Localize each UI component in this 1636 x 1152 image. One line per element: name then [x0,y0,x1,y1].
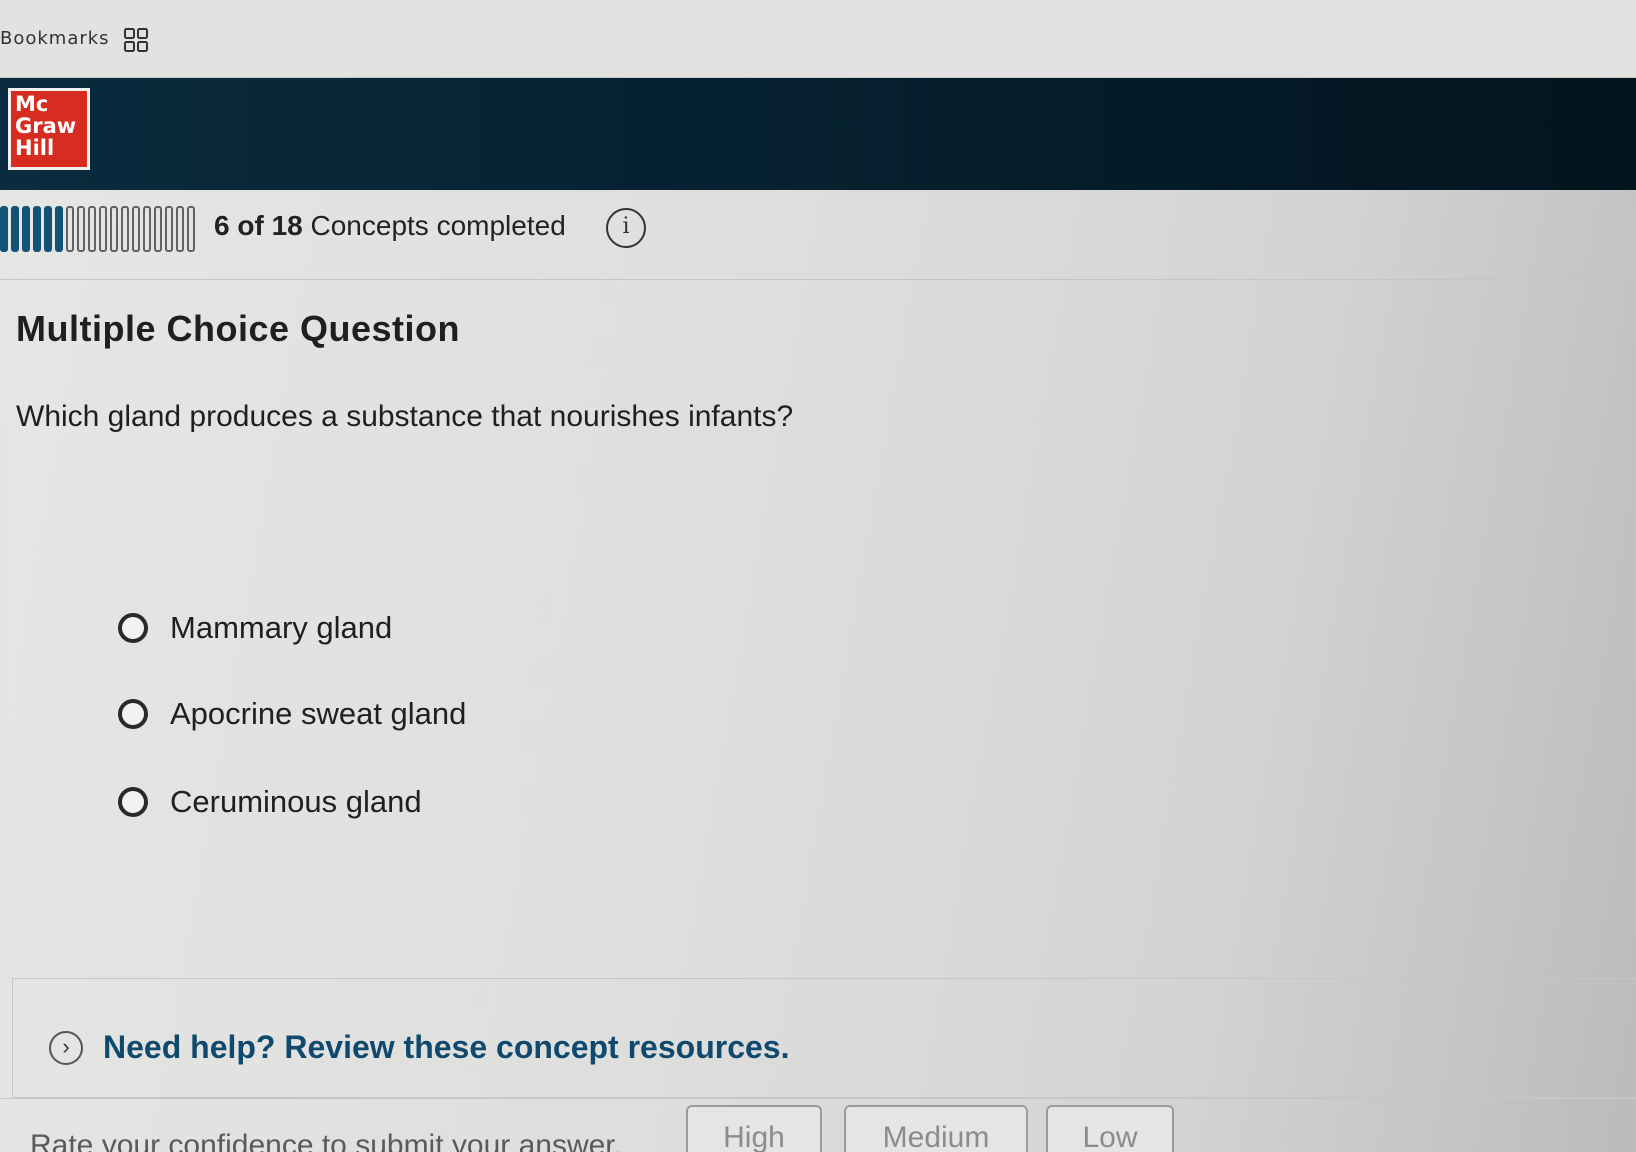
radio-button[interactable] [118,699,148,729]
logo-line-1: Mc [15,92,49,116]
progress-segment [132,206,140,252]
option-mammary-gland[interactable]: Mammary gland [118,606,718,650]
confidence-high-button[interactable]: High [686,1105,822,1152]
progress-segment [11,206,19,252]
progress-total: 18 [271,210,303,241]
confidence-medium-button[interactable]: Medium [844,1105,1028,1152]
question-type-heading: Multiple Choice Question [16,308,461,349]
progress-segment [165,206,173,252]
concept-resources-link[interactable]: Need help? Review these concept resource… [103,1029,789,1066]
progress-segment [176,206,184,252]
progress-row: 6 of 18 Concepts completed i [0,190,1636,280]
progress-segment [66,206,74,252]
concept-resources-panel[interactable]: › Need help? Review these concept resour… [12,978,1636,1098]
progress-segment [110,206,118,252]
progress-segment [99,206,107,252]
option-apocrine-sweat-gland[interactable]: Apocrine sweat gland [118,692,718,736]
concept-progress-bar [0,206,195,252]
radio-button[interactable] [118,787,148,817]
progress-segment [22,206,30,252]
progress-segment [33,206,41,252]
bookmarks-bar: Bookmarks [0,0,1636,78]
option-ceruminous-gland[interactable]: Ceruminous gland [118,780,718,824]
progress-segment [0,206,8,252]
brand-header: Mc Graw Hill [0,78,1636,190]
progress-of: of [237,210,264,241]
logo-line-2: Graw [15,114,77,138]
progress-completed: 6 [214,210,230,241]
progress-segment [44,206,52,252]
question-text: Which gland produces a substance that no… [16,400,794,433]
progress-segment [121,206,129,252]
radio-button[interactable] [118,613,148,643]
progress-text: 6 of 18 Concepts completed [214,210,566,242]
info-icon[interactable]: i [606,208,646,248]
mcgraw-hill-logo[interactable]: Mc Graw Hill [8,88,90,170]
progress-segment [154,206,162,252]
progress-segment [88,206,96,252]
confidence-prompt: Rate your confidence to submit your answ… [30,1129,622,1152]
progress-segment [77,206,85,252]
option-label: Ceruminous gland [170,784,422,819]
progress-suffix: Concepts completed [310,210,566,241]
bookmarks-label[interactable]: Bookmarks [0,28,110,49]
progress-segment [143,206,151,252]
chevron-right-icon[interactable]: › [49,1031,83,1065]
confidence-row: Rate your confidence to submit your answ… [0,1098,1636,1152]
confidence-low-button[interactable]: Low [1046,1105,1174,1152]
apps-grid-icon[interactable] [124,28,148,52]
progress-segment [187,206,195,252]
option-label: Mammary gland [170,610,393,645]
option-label: Apocrine sweat gland [170,696,467,731]
logo-line-3: Hill [15,136,55,160]
progress-segment [55,206,63,252]
